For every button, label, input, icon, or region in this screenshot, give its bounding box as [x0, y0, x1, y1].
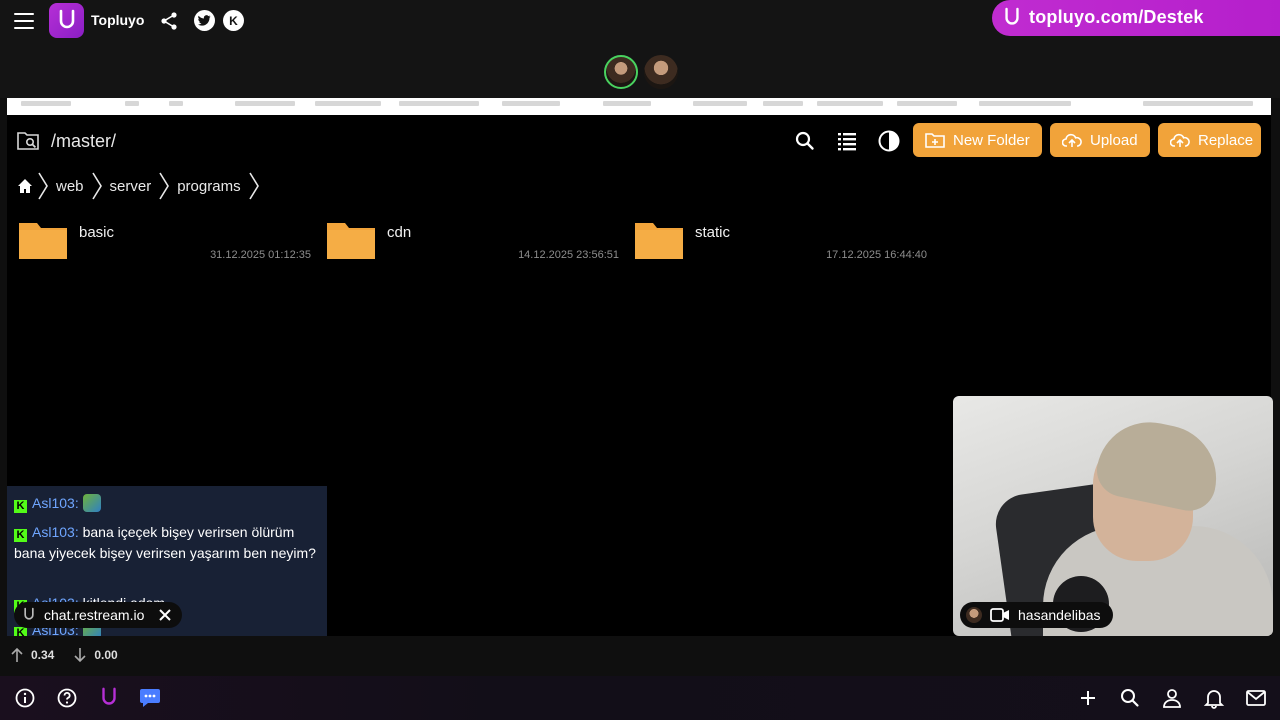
- bottom-bar: [0, 676, 1280, 720]
- topluyo-logo[interactable]: [49, 3, 84, 38]
- folder-item-basic[interactable]: basic 31.12.2025 01:12:35: [15, 216, 315, 264]
- top-bar: Topluyo K topluyo.com/Destek: [0, 0, 1280, 42]
- folder-icon: [635, 223, 683, 259]
- kick-icon: K: [14, 627, 27, 636]
- current-path: /master/: [51, 131, 117, 151]
- chat-username: Asl103: [32, 524, 75, 540]
- kick-icon[interactable]: K: [223, 10, 244, 31]
- close-icon[interactable]: [158, 608, 172, 622]
- cloud-upload-icon: [1170, 133, 1190, 147]
- folder-name: cdn: [387, 224, 412, 241]
- chevron-right-icon: [248, 172, 259, 200]
- replace-label: Replace: [1198, 131, 1254, 149]
- cloud-upload-icon: [1062, 133, 1082, 147]
- viewer-avatar[interactable]: [604, 55, 638, 89]
- streamer-avatar: [966, 607, 982, 623]
- help-icon[interactable]: [56, 687, 78, 709]
- viewer-row: [0, 42, 1280, 98]
- breadcrumb: web server programs: [16, 171, 263, 201]
- chat-source-chip: chat.restream.io: [14, 602, 183, 628]
- folder-plus-icon: [925, 133, 945, 148]
- search-icon[interactable]: [1119, 687, 1141, 709]
- video-camera-icon: [990, 608, 1009, 622]
- folder-name: static: [695, 224, 731, 241]
- folder-item-cdn[interactable]: cdn 14.12.2025 23:56:51: [323, 216, 623, 264]
- menu-icon[interactable]: [14, 13, 34, 29]
- chevron-right-icon: [91, 172, 102, 200]
- network-stats: 0.34 0.00: [9, 646, 118, 664]
- bell-icon[interactable]: [1203, 687, 1225, 709]
- arrow-up-icon: [11, 647, 23, 662]
- upload-button[interactable]: Upload: [1050, 123, 1150, 157]
- folder-date: 17.12.2025 16:44:40: [826, 249, 927, 261]
- viewer-avatar[interactable]: [644, 55, 678, 89]
- chat-username: Asl103: [32, 495, 75, 511]
- twitter-icon[interactable]: [194, 10, 215, 31]
- chevron-right-icon: [159, 172, 170, 200]
- folder-search-icon: [17, 132, 39, 150]
- kick-icon: K: [14, 500, 27, 513]
- chat-message: K Asl103:: [14, 493, 101, 514]
- user-icon[interactable]: [1161, 687, 1183, 709]
- breadcrumb-item-server[interactable]: server: [106, 178, 156, 195]
- folder-name: basic: [79, 224, 115, 241]
- mail-icon[interactable]: [1245, 687, 1267, 709]
- emote-icon: [82, 494, 101, 512]
- streamer-label: hasandelibas: [960, 602, 1113, 628]
- new-folder-label: New Folder: [953, 131, 1030, 149]
- promo-banner[interactable]: topluyo.com/Destek: [992, 0, 1280, 36]
- folder-date: 31.12.2025 01:12:35: [210, 249, 311, 261]
- search-icon[interactable]: [794, 130, 816, 152]
- theme-toggle-icon[interactable]: [878, 130, 900, 152]
- folder-date: 14.12.2025 23:56:51: [518, 249, 619, 261]
- home-icon[interactable]: [16, 177, 34, 195]
- kick-icon: K: [14, 529, 27, 542]
- replace-button[interactable]: Replace: [1158, 123, 1261, 157]
- list-view-icon[interactable]: [836, 130, 858, 152]
- topluyo-promo-icon: [1005, 7, 1019, 25]
- share-icon[interactable]: [159, 11, 179, 31]
- chat-source: chat.restream.io: [44, 607, 145, 623]
- chat-bubble-icon[interactable]: [139, 687, 161, 709]
- chat-message: K Asl103: bana içeçek bişey verirsen ölür…: [14, 524, 316, 561]
- new-folder-button[interactable]: New Folder: [913, 123, 1042, 157]
- folder-icon: [19, 223, 67, 259]
- breadcrumb-item-web[interactable]: web: [52, 178, 88, 195]
- folder-item-static[interactable]: static 17.12.2025 16:44:40: [631, 216, 931, 264]
- promo-text: topluyo.com/Destek: [1029, 7, 1204, 27]
- info-icon[interactable]: [14, 687, 36, 709]
- webcam-feed: [953, 396, 1273, 636]
- browser-bookmarks-strip: [7, 98, 1271, 115]
- breadcrumb-item-programs[interactable]: programs: [173, 178, 244, 195]
- plus-icon[interactable]: [1077, 687, 1099, 709]
- topluyo-icon: [24, 607, 34, 620]
- folder-icon: [327, 223, 375, 259]
- upload-rate: 0.34: [31, 648, 55, 662]
- streamer-name: hasandelibas: [1018, 607, 1101, 623]
- topluyo-icon[interactable]: [98, 687, 120, 709]
- app-title[interactable]: Topluyo: [91, 12, 144, 28]
- arrow-down-icon: [74, 648, 86, 663]
- chevron-right-icon: [38, 172, 48, 200]
- download-rate: 0.00: [94, 648, 118, 662]
- upload-label: Upload: [1090, 131, 1138, 149]
